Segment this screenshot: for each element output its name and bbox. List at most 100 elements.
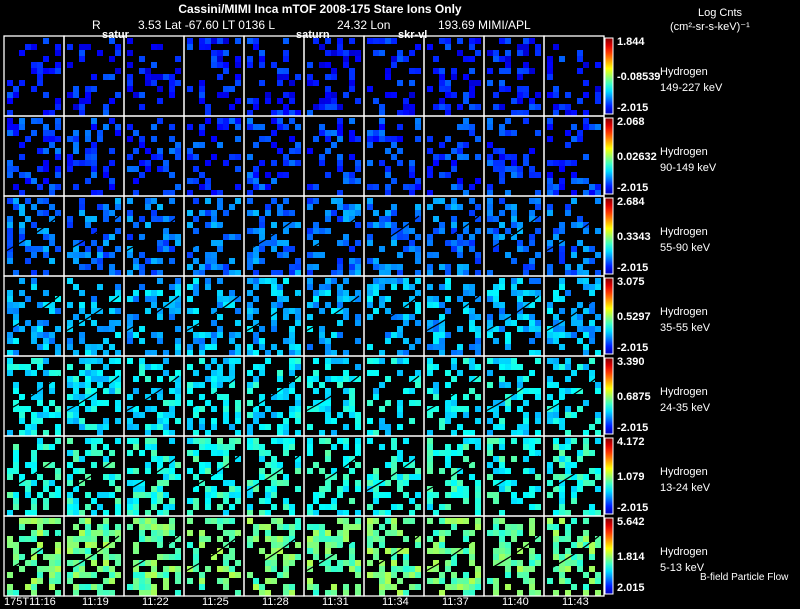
data-cell (229, 438, 235, 444)
data-cell (115, 438, 121, 444)
data-cell (85, 524, 91, 530)
data-cell (271, 240, 277, 246)
data-cell (91, 350, 97, 356)
data-cell (97, 190, 103, 196)
data-cell (103, 376, 109, 382)
data-cell (247, 370, 253, 376)
data-cell (379, 382, 385, 388)
data-cell (571, 246, 577, 252)
data-cell (49, 572, 55, 578)
data-cell (379, 278, 385, 284)
data-cell (505, 228, 511, 234)
data-cell (55, 44, 61, 50)
data-cell (433, 510, 439, 516)
data-cell (469, 560, 475, 566)
data-cell (355, 364, 361, 370)
data-cell (193, 498, 199, 504)
data-cell (157, 240, 163, 246)
data-cell (133, 572, 139, 578)
time-tick-label: 11:34 (382, 596, 409, 608)
data-cell (529, 278, 535, 284)
data-cell (235, 358, 241, 364)
data-cell (325, 86, 331, 92)
data-cell (391, 210, 397, 216)
data-cell (49, 554, 55, 560)
data-cell (259, 474, 265, 480)
data-cell (517, 50, 523, 56)
data-cell (457, 296, 463, 302)
data-cell (307, 548, 313, 554)
data-cell (277, 290, 283, 296)
data-cell (499, 302, 505, 308)
data-cell (283, 418, 289, 424)
data-cell (595, 578, 601, 584)
data-cell (109, 270, 115, 276)
data-cell (19, 234, 25, 240)
data-cell (547, 518, 553, 524)
data-cell (337, 296, 343, 302)
data-cell (127, 136, 133, 142)
data-cell (577, 178, 583, 184)
data-cell (229, 370, 235, 376)
data-cell (259, 278, 265, 284)
data-cell (385, 92, 391, 98)
data-cell (475, 344, 481, 350)
data-cell (223, 394, 229, 400)
data-cell (199, 86, 205, 92)
data-cell (49, 184, 55, 190)
data-cell (307, 560, 313, 566)
data-cell (583, 178, 589, 184)
data-cell (493, 492, 499, 498)
data-cell (49, 332, 55, 338)
data-cell (79, 382, 85, 388)
data-cell (553, 110, 559, 116)
data-cell (133, 264, 139, 270)
data-cell (175, 278, 181, 284)
data-cell (439, 142, 445, 148)
data-cell (73, 418, 79, 424)
data-cell (559, 518, 565, 524)
data-cell (511, 480, 517, 486)
data-cell (475, 154, 481, 160)
data-cell (319, 98, 325, 104)
data-cell (223, 450, 229, 456)
data-cell (475, 524, 481, 530)
data-cell (367, 130, 373, 136)
data-cell (223, 68, 229, 74)
data-cell (115, 270, 121, 276)
data-cell (343, 358, 349, 364)
data-cell (547, 270, 553, 276)
data-cell (223, 560, 229, 566)
data-cell (211, 450, 217, 456)
data-cell (145, 160, 151, 166)
data-cell (283, 198, 289, 204)
data-cell (355, 584, 361, 590)
data-cell (7, 572, 13, 578)
data-cell (43, 332, 49, 338)
data-cell (229, 258, 235, 264)
data-cell (367, 560, 373, 566)
data-cell (79, 566, 85, 572)
data-cell (97, 344, 103, 350)
data-cell (133, 548, 139, 554)
data-cell (307, 270, 313, 276)
data-cell (133, 518, 139, 524)
data-cell (331, 210, 337, 216)
data-cell (91, 148, 97, 154)
data-cell (529, 504, 535, 510)
data-cell (517, 326, 523, 332)
data-cell (103, 518, 109, 524)
data-cell (7, 296, 13, 302)
data-cell (463, 228, 469, 234)
data-cell (433, 216, 439, 222)
data-cell (79, 370, 85, 376)
data-cell (13, 86, 19, 92)
data-cell (271, 326, 277, 332)
data-cell (559, 178, 565, 184)
data-cell (385, 184, 391, 190)
data-cell (391, 222, 397, 228)
data-cell (97, 430, 103, 436)
data-cell (469, 344, 475, 350)
data-cell (439, 68, 445, 74)
data-cell (277, 204, 283, 210)
